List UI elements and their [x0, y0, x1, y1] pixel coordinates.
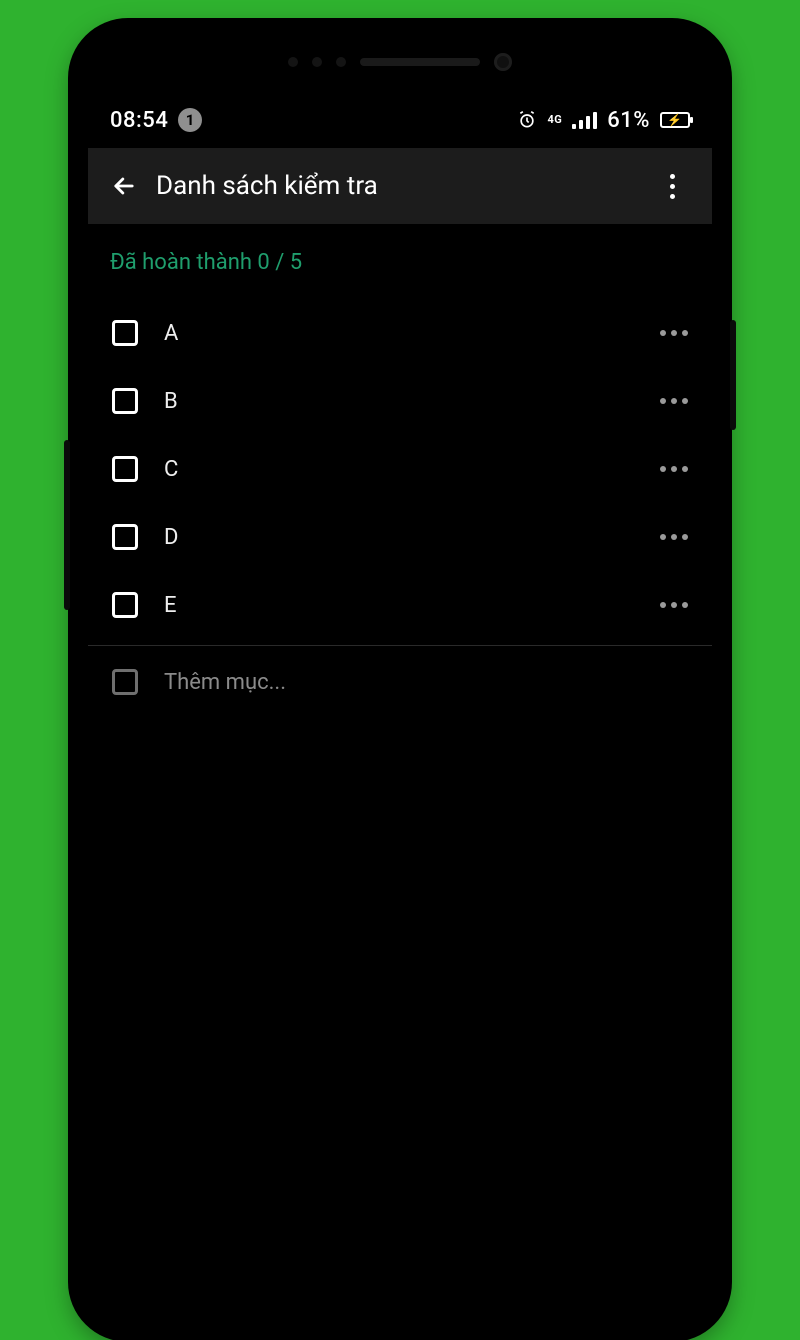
- status-bar: 08:54 1 4G 61% ⚡: [88, 92, 712, 148]
- checklist-item-label: B: [164, 389, 634, 414]
- checkbox[interactable]: [112, 524, 138, 550]
- screen: 08:54 1 4G 61% ⚡: [88, 92, 712, 1322]
- checklist-content: Đã hoàn thành 0 / 5 A B C D E Thêm mục...: [88, 224, 712, 718]
- notification-count-badge: 1: [178, 108, 202, 132]
- battery-charging-icon: ⚡: [660, 112, 690, 128]
- item-more-button[interactable]: [660, 602, 692, 608]
- page-title: Danh sách kiểm tra: [156, 171, 646, 201]
- checklist-item[interactable]: B: [108, 367, 692, 435]
- back-button[interactable]: [98, 160, 150, 212]
- add-item-checkbox-icon: [112, 669, 138, 695]
- checklist-item-label: C: [164, 457, 634, 482]
- checkbox[interactable]: [112, 320, 138, 346]
- item-more-button[interactable]: [660, 466, 692, 472]
- checklist-item-label: E: [164, 593, 634, 618]
- add-item-row[interactable]: Thêm mục...: [108, 646, 692, 718]
- app-bar: Danh sách kiểm tra: [88, 148, 712, 224]
- progress-text: Đã hoàn thành 0 / 5: [108, 224, 692, 299]
- overflow-menu-button[interactable]: [646, 160, 698, 212]
- item-more-button[interactable]: [660, 534, 692, 540]
- checklist-item[interactable]: A: [108, 299, 692, 367]
- item-more-button[interactable]: [660, 330, 692, 336]
- checklist-item-label: D: [164, 525, 634, 550]
- alarm-icon: [517, 110, 537, 130]
- battery-text: 61%: [607, 108, 650, 133]
- signal-icon: [572, 111, 597, 129]
- checklist-item[interactable]: C: [108, 435, 692, 503]
- phone-bezel-top: [70, 48, 730, 76]
- checklist-item[interactable]: E: [108, 571, 692, 639]
- add-item-placeholder: Thêm mục...: [164, 670, 286, 695]
- checklist-item-label: A: [164, 321, 634, 346]
- checklist-item[interactable]: D: [108, 503, 692, 571]
- item-more-button[interactable]: [660, 398, 692, 404]
- status-time: 08:54: [110, 108, 168, 133]
- network-type-icon: 4G: [547, 115, 562, 125]
- checkbox[interactable]: [112, 456, 138, 482]
- phone-frame: 08:54 1 4G 61% ⚡: [70, 20, 730, 1340]
- checklist-items: A B C D E: [108, 299, 692, 639]
- checkbox[interactable]: [112, 592, 138, 618]
- checkbox[interactable]: [112, 388, 138, 414]
